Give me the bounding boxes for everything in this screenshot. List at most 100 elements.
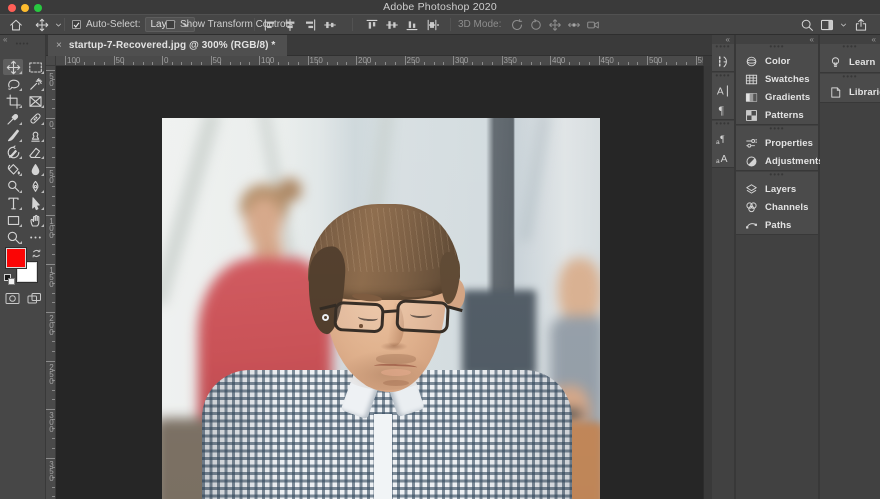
main-collapse-icon[interactable]: «	[810, 36, 814, 44]
toolbar-drag-dots[interactable]: ••••	[0, 41, 45, 48]
healing-brush-tool[interactable]	[25, 110, 45, 126]
distribute-bottom-icon[interactable]	[404, 17, 419, 32]
libraries-panel[interactable]: Libraries	[820, 82, 880, 102]
panel-label: Adjustments	[765, 156, 824, 167]
move-tool[interactable]	[3, 59, 23, 75]
pan-icon[interactable]	[547, 17, 562, 32]
clone-stamp-tool[interactable]	[25, 127, 45, 143]
history-brush-tool[interactable]	[3, 144, 23, 160]
document-tab-bar: × startup-7-Recovered.jpg @ 300% (RGB/8)…	[46, 35, 712, 56]
panel-drag-dots[interactable]: ••••	[736, 172, 818, 180]
adjustments-panel[interactable]: Adjustments	[736, 152, 818, 170]
pen-tool[interactable]	[25, 178, 45, 194]
gradients-panel[interactable]: Gradients	[736, 88, 818, 106]
brush-settings-panel[interactable]	[712, 52, 734, 71]
zoom-tool[interactable]	[3, 229, 23, 245]
home-icon[interactable]	[8, 17, 23, 32]
brush-tool[interactable]	[3, 127, 23, 143]
panel-group: •••• Properties Adjustments	[736, 126, 818, 171]
eraser-tool[interactable]	[25, 144, 45, 160]
ruler-label: 50	[116, 56, 125, 65]
path-selection-tool[interactable]	[25, 195, 45, 211]
layers-panel[interactable]: Layers	[736, 180, 818, 198]
align-left-icon[interactable]	[262, 17, 277, 32]
search-icon[interactable]	[799, 17, 814, 32]
character-styles-panel[interactable]: Aa	[712, 148, 734, 167]
workspace-icon[interactable]	[819, 17, 834, 32]
channels-panel[interactable]: Channels	[736, 198, 818, 216]
paths-panel[interactable]: Paths	[736, 216, 818, 234]
learn-panel[interactable]: Learn	[820, 52, 880, 72]
default-colors-icon[interactable]	[4, 274, 15, 285]
gradient-tool[interactable]	[3, 161, 23, 177]
quick-mask-button[interactable]	[3, 291, 21, 305]
hand-tool[interactable]	[25, 212, 45, 228]
tool-preset-chevron-icon[interactable]	[54, 17, 63, 32]
tab-close-icon[interactable]: ×	[56, 41, 62, 51]
align-right-icon[interactable]	[302, 17, 317, 32]
screen-mode-button[interactable]	[25, 291, 43, 305]
foreground-color-swatch[interactable]	[6, 248, 26, 268]
auto-select-checkbox[interactable]	[72, 20, 81, 29]
swap-colors-icon[interactable]	[31, 246, 42, 257]
panel-drag-dots[interactable]: ••••	[712, 121, 734, 129]
quick-selection-tool[interactable]	[25, 76, 45, 92]
panel-group: ••••A¶	[712, 73, 734, 120]
canvas-scrollbar-gutter[interactable]	[703, 66, 712, 499]
paragraph-styles-panel[interactable]: ¶a	[712, 129, 734, 148]
panel-group: •••• Color SwatchesGradientsPatterns	[736, 44, 818, 125]
frame-tool[interactable]	[25, 93, 45, 109]
panel-drag-dots[interactable]: ••••	[736, 44, 818, 52]
crop-tool[interactable]	[3, 93, 23, 109]
document-tab[interactable]: × startup-7-Recovered.jpg @ 300% (RGB/8)…	[48, 35, 287, 56]
more-options-icon[interactable]	[426, 17, 441, 32]
orbit-icon[interactable]	[509, 17, 524, 32]
dodge-tool[interactable]	[3, 178, 23, 194]
marquee-tool[interactable]	[25, 59, 45, 75]
panel-drag-dots[interactable]: ••••	[712, 73, 734, 81]
color-panel[interactable]: Color	[736, 52, 818, 70]
distribute-top-icon[interactable]	[364, 17, 379, 32]
share-icon[interactable]	[853, 17, 868, 32]
adjustments-icon	[745, 155, 758, 168]
panel-label: Color	[765, 56, 790, 67]
ruler-label: 350	[47, 460, 56, 481]
title-bar: Adobe Photoshop 2020	[0, 0, 880, 14]
panel-drag-dots[interactable]: ••••	[712, 44, 734, 52]
canvas[interactable]	[56, 66, 703, 499]
panel-label: Properties	[765, 138, 813, 149]
blur-tool[interactable]	[25, 161, 45, 177]
roll-icon[interactable]	[528, 17, 543, 32]
edit-toolbar[interactable]	[25, 229, 45, 245]
swatches-icon	[745, 73, 758, 86]
horizontal-ruler[interactable]: 10050050100150200250300350400450500550	[56, 56, 703, 66]
distribute-center-h-icon[interactable]	[384, 17, 399, 32]
slide-icon[interactable]	[566, 17, 581, 32]
properties-panel[interactable]: Properties	[736, 134, 818, 152]
active-tool-icon[interactable]	[34, 17, 49, 32]
panel-drag-dots[interactable]: ••••	[736, 126, 818, 134]
show-transform-controls-checkbox[interactable]	[166, 20, 175, 29]
eyedropper-tool[interactable]	[3, 110, 23, 126]
swatches-panel[interactable]: Swatches	[736, 70, 818, 88]
type-tool[interactable]	[3, 195, 23, 211]
panel-drag-dots[interactable]: ••••	[820, 44, 880, 52]
align-center-h-icon[interactable]	[282, 17, 297, 32]
ruler-label: 50	[47, 72, 56, 86]
panel-drag-dots[interactable]: ••••	[820, 74, 880, 82]
lasso-tool[interactable]	[3, 76, 23, 92]
camera-icon[interactable]	[585, 17, 600, 32]
patterns-panel[interactable]: Patterns	[736, 106, 818, 124]
right-collapse-icon[interactable]: «	[872, 36, 876, 44]
ruler-label: 200	[358, 56, 371, 65]
paragraph-panel[interactable]: ¶	[712, 100, 734, 119]
ruler-corner[interactable]	[46, 56, 56, 66]
character-styles-icon: Aa	[716, 151, 730, 165]
rectangle-tool[interactable]	[3, 212, 23, 228]
character-panel[interactable]: A	[712, 81, 734, 100]
ruler-label: 150	[310, 56, 323, 65]
panel-group: ••••¶a Aa	[712, 121, 734, 168]
align-middle-icon[interactable]	[322, 17, 337, 32]
vertical-ruler[interactable]: 50050100150200250300350	[46, 66, 56, 499]
workspace-chevron-icon[interactable]	[839, 17, 848, 32]
